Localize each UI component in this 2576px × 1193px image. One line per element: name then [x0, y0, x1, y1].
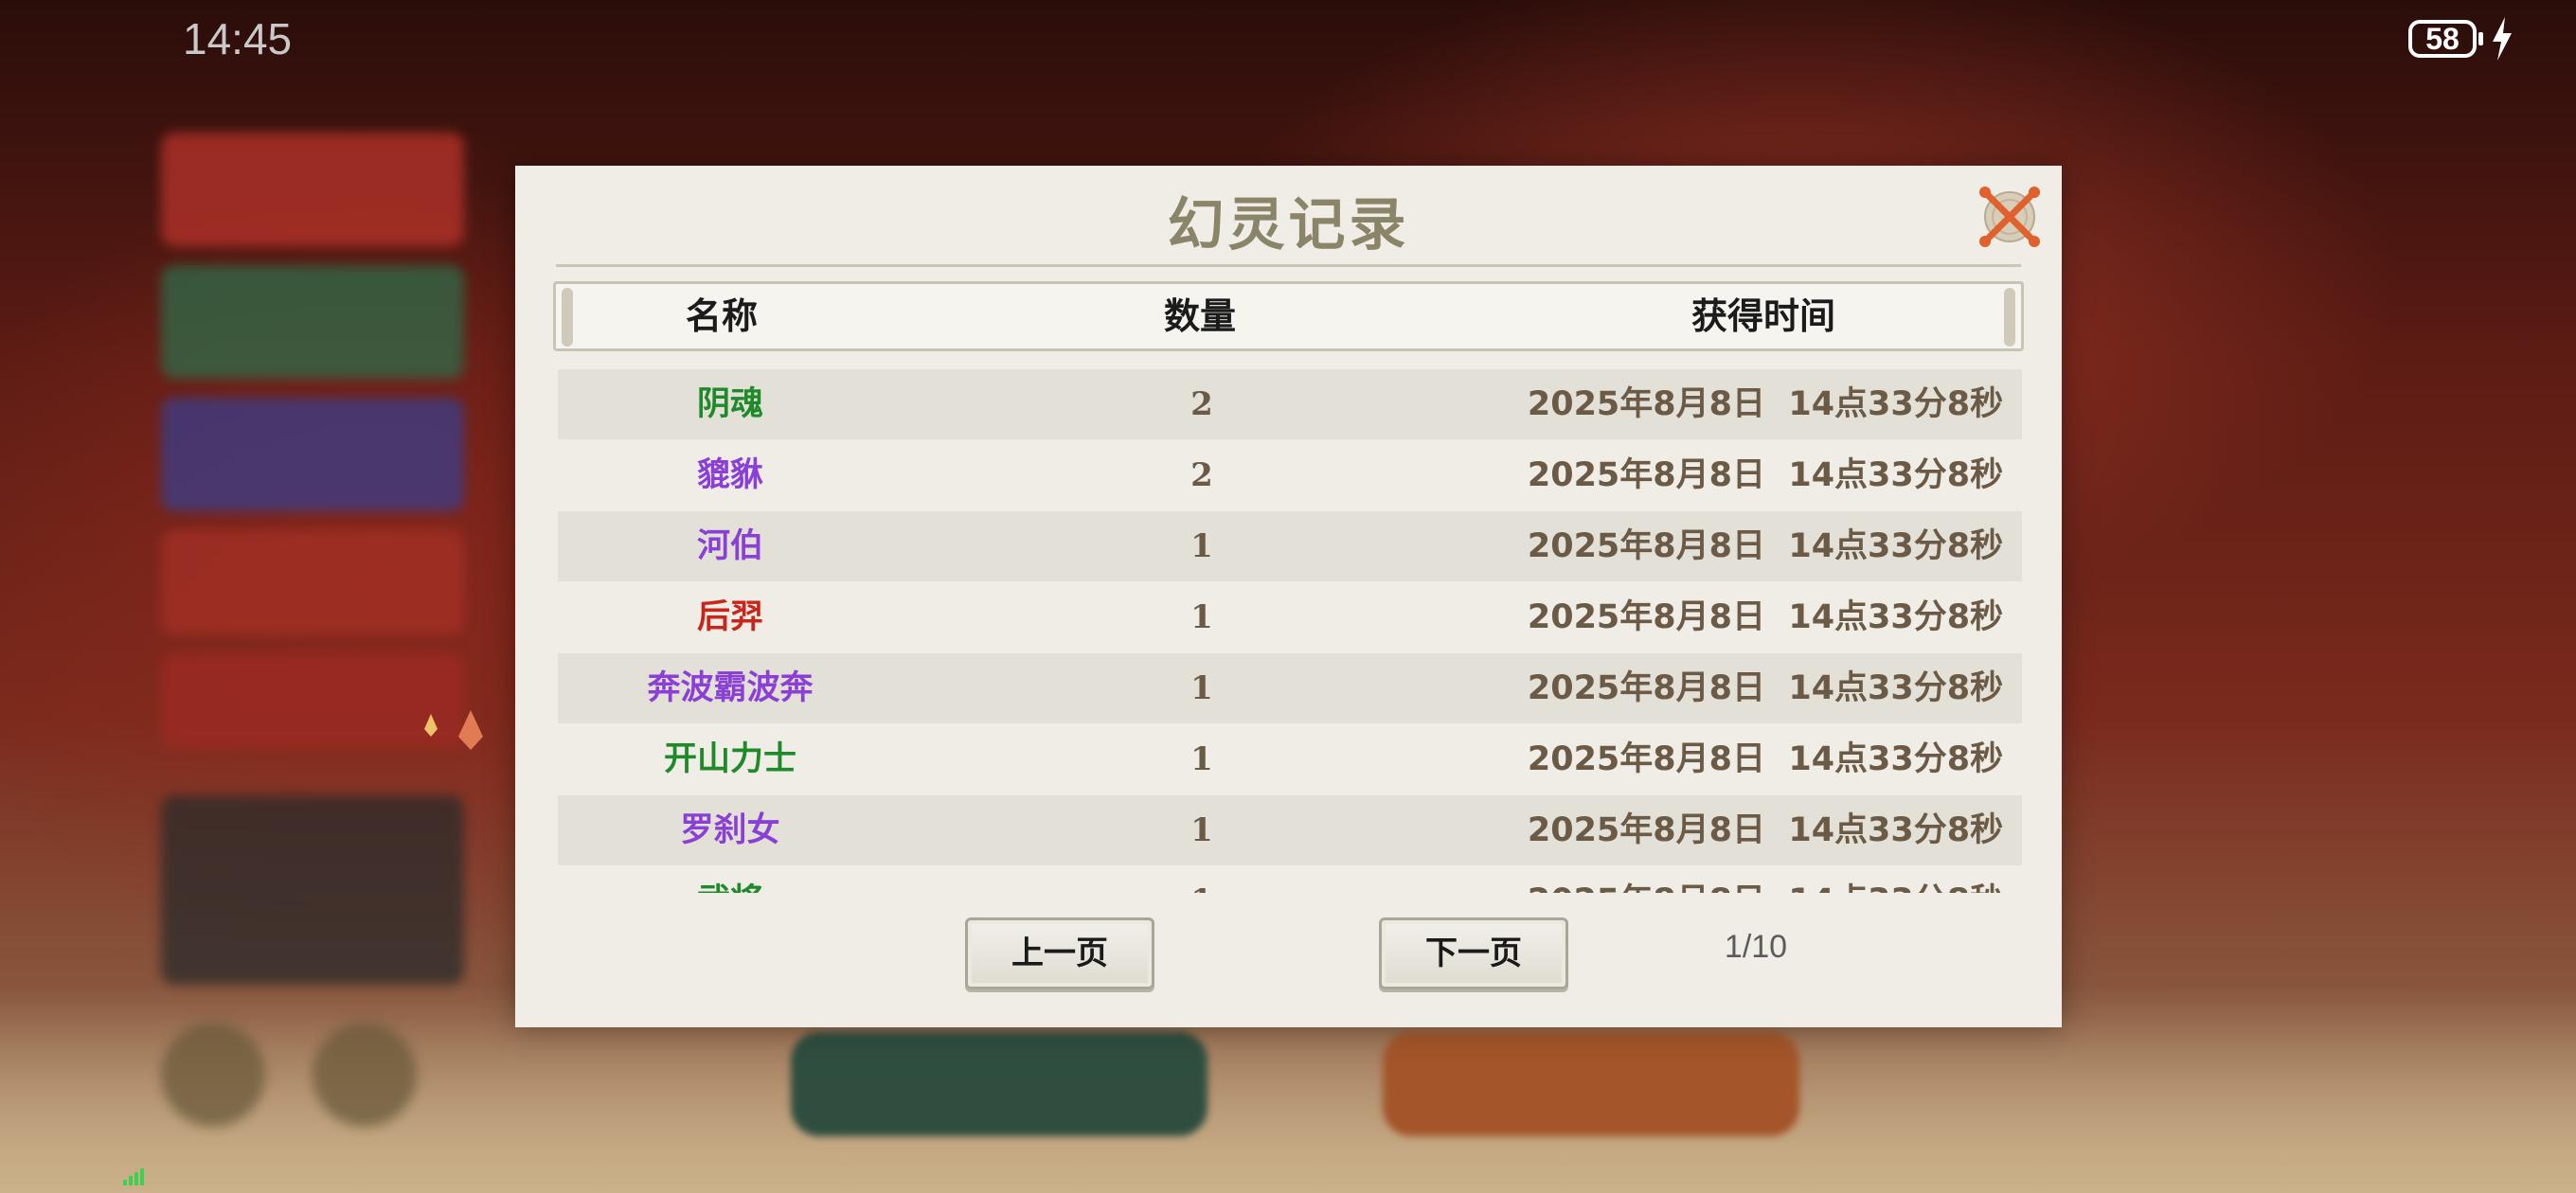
battery-nub [2478, 32, 2483, 45]
row-quantity: 1 [1121, 866, 1282, 893]
row-time: 2025年8月8日 14点33分8秒 [1527, 740, 2004, 778]
row-quantity: 1 [1190, 527, 1213, 565]
column-header-name: 名称 [685, 294, 758, 337]
background-panel [161, 265, 464, 379]
background-panel [161, 795, 464, 985]
table-row: 后羿 1 2025年8月8日 14点33分8秒 [558, 582, 2022, 652]
row-quantity: 2 [1190, 456, 1213, 494]
background-avatar [161, 1023, 265, 1127]
close-icon[interactable] [1977, 185, 2042, 249]
row-name: 武将 [558, 866, 903, 893]
row-time: 2025年8月8日 14点33分8秒 [1527, 598, 2004, 636]
background-orange-button [1383, 1032, 1799, 1136]
row-time: 2025年8月8日 14点33分8秒 [1527, 527, 2004, 565]
row-quantity: 1 [1190, 598, 1213, 636]
dialog-title: 幻灵记录 [1167, 192, 1410, 258]
column-header-quantity: 数量 [1163, 294, 1236, 337]
row-name: 河伯 [696, 526, 763, 565]
column-header-time: 获得时间 [1690, 294, 1835, 337]
background-green-button [791, 1032, 1208, 1136]
previous-page-button[interactable]: 上一页 [965, 917, 1154, 989]
row-time: 2025年8月8日 14点33分8秒 [1527, 456, 2004, 494]
table-row: 奔波霸波奔 1 2025年8月8日 14点33分8秒 [558, 653, 2022, 723]
phantom-record-dialog: 幻灵记录 名称 数量 获得时间 阴魂 2 2025年8月8日 14点33分8秒 貔貅 2… [515, 166, 2062, 1027]
row-quantity: 1 [1190, 669, 1213, 707]
table-row: 阴魂 2 2025年8月8日 14点33分8秒 [558, 369, 2022, 439]
table-row: 罗刹女 1 2025年8月8日 14点33分8秒 [558, 795, 2022, 865]
signal-icon [123, 1168, 144, 1185]
row-time: 2025年8月8日 14点33分8秒 [1527, 811, 2004, 849]
row-name: 阴魂 [696, 384, 763, 423]
background-panel [161, 530, 464, 634]
row-quantity: 1 [1190, 740, 1213, 778]
table-row: 河伯 1 2025年8月8日 14点33分8秒 [558, 511, 2022, 581]
battery-indicator: 58 [2408, 20, 2477, 58]
row-name: 后羿 [696, 597, 763, 636]
page-indicator: 1/10 [1724, 929, 1788, 965]
table-row: 开山力士 1 2025年8月8日 14点33分8秒 [558, 724, 2022, 794]
record-list[interactable]: 阴魂 2 2025年8月8日 14点33分8秒 貔貅 2 2025年8月8日 14点33分… [558, 369, 2022, 893]
row-time: 2025年8月8日 14点33分8秒 [1527, 385, 2004, 423]
background-panel [161, 133, 464, 246]
row-time: 2025年8月8日 14点33分8秒 [1510, 866, 2021, 893]
background-avatar [313, 1023, 417, 1127]
title-divider [556, 264, 2021, 267]
status-time: 14:45 [183, 14, 293, 63]
charging-bolt-icon [2493, 17, 2512, 61]
row-name: 貔貅 [696, 455, 763, 494]
leaf-particle-icon [424, 714, 438, 737]
background-panel [161, 398, 464, 511]
table-row: 貔貅 2 2025年8月8日 14点33分8秒 [558, 440, 2022, 510]
next-page-button[interactable]: 下一页 [1379, 917, 1568, 989]
row-quantity: 2 [1190, 385, 1213, 423]
row-name: 奔波霸波奔 [647, 668, 814, 707]
row-quantity: 1 [1190, 811, 1213, 849]
row-name: 罗刹女 [680, 810, 780, 849]
table-header: 名称 数量 获得时间 [553, 281, 2024, 351]
table-row: 武将 1 2025年8月8日 14点33分8秒 [558, 866, 2022, 893]
row-name: 开山力士 [663, 739, 796, 778]
row-time: 2025年8月8日 14点33分8秒 [1527, 669, 2004, 707]
leaf-particle-icon [458, 710, 483, 750]
